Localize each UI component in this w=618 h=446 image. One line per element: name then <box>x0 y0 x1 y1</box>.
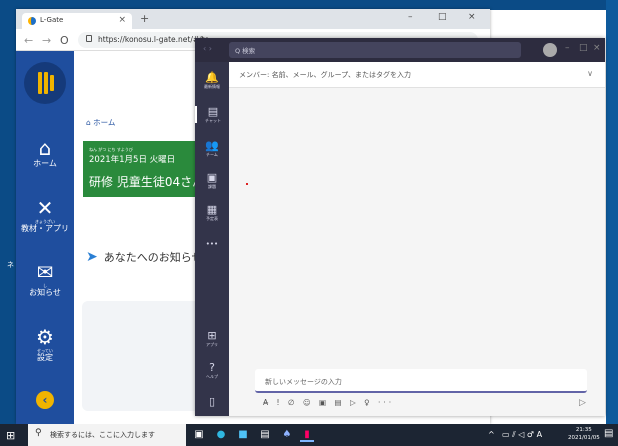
tray-icons[interactable]: ▭ ⫽ ◁ ♂ A <box>502 430 542 440</box>
minimize-button[interactable]: – <box>408 12 413 22</box>
desktop-right <box>606 0 618 424</box>
envelope-icon: ✉ <box>36 260 54 284</box>
url-text: https://konosu.l-gate.net/#/to <box>98 35 210 44</box>
rail-item-device[interactable]: ▯ <box>195 396 229 408</box>
rail-item-label: 最新情報 <box>204 84 220 89</box>
sidebar-item-apps[interactable]: ✕ きょうざい 教材・アプリ <box>16 197 74 234</box>
tab-close-icon[interactable]: × <box>118 15 126 25</box>
avatar[interactable] <box>543 43 557 57</box>
clock-time: 21:35 <box>575 427 592 433</box>
minimize-button[interactable]: – <box>565 43 570 53</box>
notification-icon[interactable]: ▤ <box>604 428 613 439</box>
device-icon: ▯ <box>208 395 216 408</box>
message-input[interactable]: 新しいメッセージの入力 <box>255 369 587 393</box>
tab-bar: L-Gate × + – □ × <box>16 9 490 29</box>
sidebar-item-settings[interactable]: ⚙ せってい 設定 <box>16 326 74 363</box>
collapse-button[interactable]: ‹ <box>36 391 54 409</box>
rail-item-label: 予定表 <box>206 216 218 221</box>
rail-item-label: ヘルプ <box>206 374 218 379</box>
task-view-icon[interactable]: ▣ <box>192 428 206 442</box>
teams-app-rail: 🔔 最新情報 ▤ チャット 👥 チーム ▣ 課題 ▦ 予定表 ••• ⊞ アプリ ? ヘルプ … <box>195 62 229 416</box>
calendar-icon: ▦ <box>206 203 218 216</box>
lgate-main: ⌂ ホーム ねん がつ にち すようび 2021年1月5日 火曜日 研修 児童生… <box>74 51 223 424</box>
back-arrow-icon[interactable]: ← <box>24 34 33 47</box>
rail-item-activity[interactable]: 🔔 最新情報 <box>195 71 229 90</box>
assignments-icon: ▣ <box>206 171 218 184</box>
rail-item-label: チャット <box>205 118 221 123</box>
tray-chevron-icon[interactable]: ^ <box>488 430 495 439</box>
forward-arrow-icon[interactable]: → <box>42 34 51 47</box>
taskbar-clock[interactable]: 21:35 2021/01/05 <box>568 426 600 442</box>
cursor-marker <box>246 183 248 185</box>
maximize-button[interactable]: □ <box>438 12 447 22</box>
rail-item-apps[interactable]: ⊞ アプリ <box>195 329 229 348</box>
rail-item-assignments[interactable]: ▣ 課題 <box>195 171 229 190</box>
more-icon: ••• <box>205 240 219 248</box>
reload-icon[interactable]: O <box>60 34 69 47</box>
close-button[interactable]: × <box>593 43 601 53</box>
teams-taskbar-icon[interactable]: ♠ <box>280 428 294 442</box>
apps-icon: ✕ <box>36 196 54 220</box>
active-app-icon[interactable]: ▮ <box>300 428 314 442</box>
windows-start-icon[interactable]: ⊞ <box>6 429 15 442</box>
search-icon: ⚲ <box>35 428 42 438</box>
desktop-left: ネ <box>0 0 16 424</box>
gear-icon: ⚙ <box>36 325 54 349</box>
notice-heading: ➤ あなたへのお知らせ <box>86 249 203 265</box>
new-tab-button[interactable]: + <box>140 12 149 25</box>
lgate-sidebar: ⌂ ホーム ✕ きょうざい 教材・アプリ ✉ し お知らせ ⚙ せってい 設定 … <box>16 51 74 424</box>
taskbar-search-input[interactable]: ⚲ 検索するには、ここに入力します <box>28 424 186 446</box>
sidebar-item-label: お知らせ <box>29 288 61 297</box>
bell-icon: 🔔 <box>205 71 219 84</box>
sidebar-item-label: 設定 <box>37 353 53 362</box>
apps-icon: ⊞ <box>207 329 217 342</box>
rail-item-teams[interactable]: 👥 チーム <box>195 139 229 158</box>
tab-title: L-Gate <box>40 16 64 24</box>
notice-title: あなたへのお知らせ <box>103 251 203 264</box>
chat-icon: ▤ <box>207 105 219 118</box>
edge-icon[interactable]: ● <box>214 428 228 442</box>
breadcrumb[interactable]: ⌂ ホーム <box>86 117 115 128</box>
rail-item-label: 課題 <box>208 184 216 189</box>
store-icon[interactable]: ▤ <box>258 428 272 442</box>
format-toolbar[interactable]: A̶ ! ∅ ☺ ▣ ▤ ▷ ♀ ··· <box>263 398 394 407</box>
rail-item-help[interactable]: ? ヘルプ <box>195 361 229 380</box>
rail-item-calendar[interactable]: ▦ 予定表 <box>195 203 229 222</box>
home-icon: ⌂ <box>38 136 52 160</box>
rail-item-more[interactable]: ••• <box>195 238 229 250</box>
rail-item-chat[interactable]: ▤ チャット <box>195 106 229 123</box>
sidebar-item-label: 教材・アプリ <box>21 224 69 233</box>
rail-item-label: チーム <box>206 152 218 157</box>
lock-icon <box>86 35 92 42</box>
clock-date: 2021/01/05 <box>568 435 600 441</box>
recipient-input[interactable]: メンバー: 名前、メール、グループ、またはタグを入力 <box>239 70 411 80</box>
close-button[interactable]: × <box>468 12 476 22</box>
send-icon[interactable]: ▷ <box>579 398 586 408</box>
sidebar-item-label: ホーム <box>33 159 57 168</box>
maximize-button[interactable]: □ <box>579 43 588 53</box>
sidebar-item-notices[interactable]: ✉ し お知らせ <box>16 261 74 298</box>
lgate-logo[interactable] <box>24 62 66 104</box>
teams-window: ‹ › Q 検索 – □ × 🔔 最新情報 ▤ チャット 👥 チーム ▣ 課題 ▦ 予定表… <box>195 38 605 416</box>
taskbar: ⊞ ⚲ 検索するには、ここに入力します ▣ ● ■ ▤ ♠ ▮ ^ ▭ ⫽ ◁ … <box>0 424 618 446</box>
mail-icon[interactable]: ■ <box>236 428 250 442</box>
sidebar-item-home[interactable]: ⌂ ホーム <box>16 137 74 169</box>
taskbar-search-placeholder: 検索するには、ここに入力します <box>50 431 155 439</box>
rail-item-label: アプリ <box>206 342 218 347</box>
desktop-icon-label: ネ <box>7 261 14 269</box>
history-arrows-icon[interactable]: ‹ › <box>203 44 212 53</box>
paper-plane-icon: ➤ <box>86 249 98 265</box>
search-input[interactable]: Q 検索 <box>229 42 521 58</box>
help-icon: ? <box>209 361 215 374</box>
chevron-down-icon[interactable]: ∨ <box>587 69 593 78</box>
teams-icon: 👥 <box>205 139 219 152</box>
tab-lgate[interactable]: L-Gate × <box>22 13 132 29</box>
lgate-favicon-icon <box>28 17 36 25</box>
new-chat-header: メンバー: 名前、メール、グループ、またはタグを入力 ∨ <box>229 62 605 88</box>
teams-titlebar: ‹ › Q 検索 – □ × <box>195 38 605 62</box>
